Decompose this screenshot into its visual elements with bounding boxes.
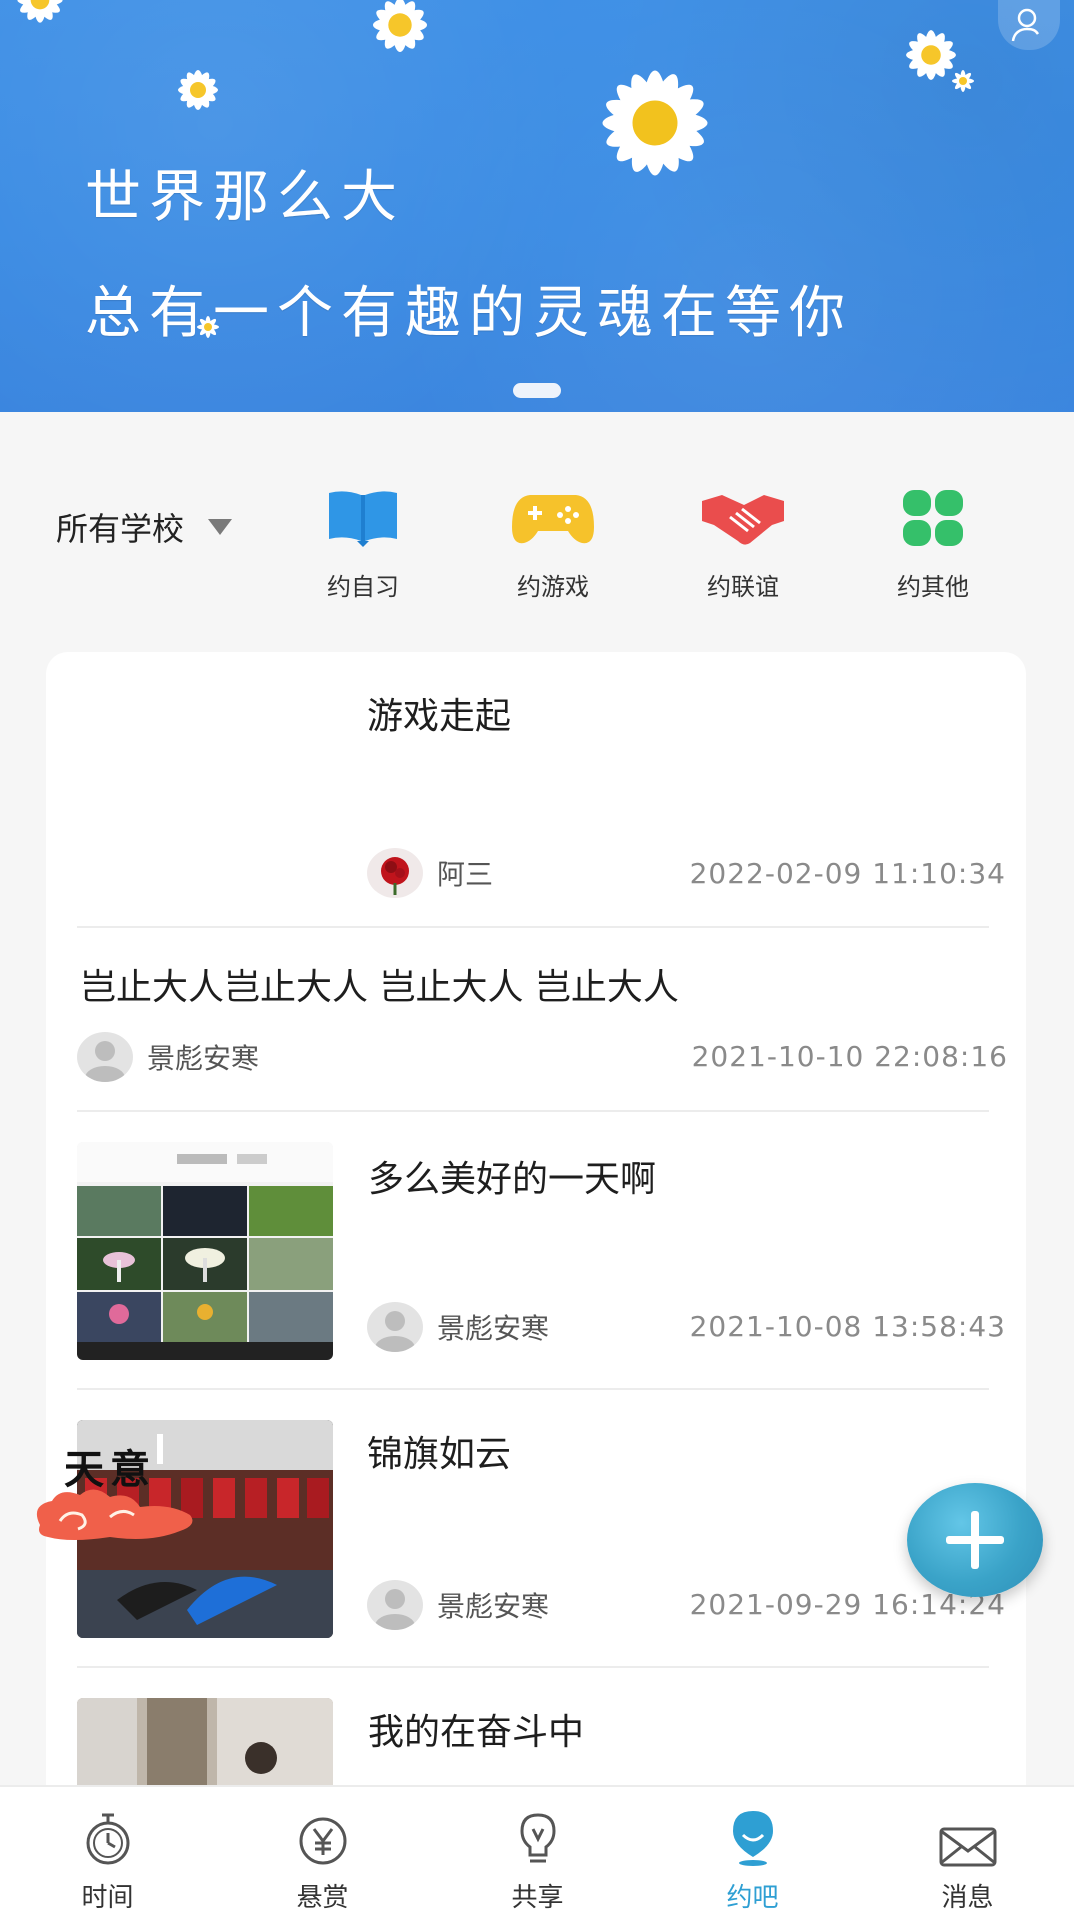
daisy-decoration bbox=[178, 70, 218, 110]
category-other[interactable]: 约其他 bbox=[873, 477, 993, 602]
category-label: 约联谊 bbox=[707, 573, 779, 601]
avatar bbox=[77, 1032, 133, 1082]
lightbulb-icon bbox=[519, 1813, 556, 1863]
daisy-decoration bbox=[373, 0, 427, 52]
default-avatar-icon bbox=[85, 1041, 125, 1082]
tab-label: 悬赏 bbox=[296, 1883, 349, 1913]
tab-reward[interactable]: 悬赏 bbox=[215, 1787, 430, 1916]
category-game[interactable]: 约游戏 bbox=[493, 477, 613, 602]
author-name: 阿三 bbox=[437, 858, 494, 891]
post-title: 游戏走起 bbox=[367, 696, 512, 737]
tab-label: 时间 bbox=[81, 1883, 134, 1913]
banner-text-line1: 世界那么大 bbox=[85, 165, 405, 230]
school-filter-dropdown[interactable]: 所有学校 bbox=[56, 504, 233, 550]
post-title: 我的在奋斗中 bbox=[368, 1712, 585, 1753]
list-item[interactable]: 岂止大人岂止大人 岂止大人 岂止大人 景彪安寒 2021-10-10 22:08… bbox=[46, 928, 1026, 1104]
tianyi-sticker: 天意 bbox=[30, 1437, 200, 1547]
tab-time[interactable]: 时间 bbox=[0, 1787, 215, 1916]
dropdown-triangle-icon bbox=[208, 519, 233, 535]
rose-avatar-icon bbox=[381, 857, 409, 895]
post-thumbnail bbox=[77, 1142, 333, 1360]
tab-label: 约吧 bbox=[726, 1883, 779, 1913]
cloud-icon bbox=[36, 1489, 193, 1540]
gamepad-icon bbox=[512, 495, 594, 544]
author-name: 景彪安寒 bbox=[437, 1590, 550, 1623]
post-list: 游戏走起 阿三 2022-02-09 11:10:34 岂止大人岂止大人 岂止大… bbox=[46, 652, 1026, 1914]
avatar bbox=[367, 1302, 423, 1352]
book-icon bbox=[329, 491, 397, 547]
banner-text-line2: 总有一个有趣的灵魂在等你 bbox=[85, 281, 853, 346]
post-date: 2021-10-08 13:58:43 bbox=[689, 1310, 1006, 1343]
category-label: 约其他 bbox=[897, 573, 969, 601]
yuan-coin-icon bbox=[299, 1817, 346, 1865]
list-item[interactable]: 游戏走起 阿三 2022-02-09 11:10:34 bbox=[46, 652, 1026, 926]
category-bar: 所有学校 约自习 约游戏 约联谊 约其他 bbox=[0, 412, 1074, 650]
user-icon bbox=[1011, 8, 1040, 42]
avatar bbox=[367, 1580, 423, 1630]
post-author: 景彪安寒 bbox=[367, 1580, 549, 1630]
post-title: 岂止大人岂止大人 岂止大人 岂止大人 bbox=[80, 967, 679, 1008]
tab-messages[interactable]: 消息 bbox=[860, 1787, 1074, 1916]
post-title: 多么美好的一天啊 bbox=[368, 1159, 657, 1200]
school-filter-label: 所有学校 bbox=[56, 510, 185, 548]
default-avatar-icon bbox=[375, 1311, 415, 1352]
tab-share[interactable]: 共享 bbox=[430, 1787, 645, 1916]
category-label: 约游戏 bbox=[517, 573, 589, 601]
carousel-indicator bbox=[513, 383, 561, 398]
daisy-decoration bbox=[952, 70, 974, 92]
stopwatch-icon bbox=[86, 1813, 129, 1865]
post-author: 景彪安寒 bbox=[77, 1032, 259, 1082]
post-date: 2022-02-09 11:10:34 bbox=[689, 857, 1006, 890]
post-date: 2021-10-10 22:08:16 bbox=[691, 1040, 1008, 1073]
post-title: 锦旗如云 bbox=[367, 1434, 512, 1475]
envelope-icon bbox=[939, 1827, 996, 1867]
handshake-icon bbox=[702, 495, 784, 545]
tab-meetup[interactable]: 约吧 bbox=[645, 1787, 860, 1916]
clover-icon bbox=[903, 490, 963, 546]
plus-icon bbox=[946, 1511, 1004, 1569]
add-post-button[interactable] bbox=[907, 1483, 1043, 1597]
author-name: 景彪安寒 bbox=[437, 1312, 550, 1345]
location-pin-icon bbox=[732, 1811, 773, 1866]
default-avatar-icon bbox=[375, 1589, 415, 1630]
tab-label: 消息 bbox=[941, 1883, 994, 1913]
phone-screenshot-image bbox=[77, 1142, 333, 1360]
post-author: 景彪安寒 bbox=[367, 1302, 549, 1352]
daisy-decoration bbox=[602, 70, 708, 176]
author-name: 景彪安寒 bbox=[147, 1042, 260, 1075]
daisy-decoration bbox=[17, 0, 63, 23]
top-banner[interactable]: 世界那么大 总有一个有趣的灵魂在等你 bbox=[0, 0, 1074, 412]
category-social[interactable]: 约联谊 bbox=[683, 477, 803, 602]
bottom-tab-bar: 时间 悬赏 共享 约吧 消息 bbox=[0, 1785, 1074, 1916]
category-study[interactable]: 约自习 bbox=[303, 477, 423, 602]
list-item[interactable]: 多么美好的一天啊 景彪安寒 2021-10-08 13:58:43 bbox=[46, 1112, 1026, 1388]
category-label: 约自习 bbox=[327, 573, 399, 601]
avatar bbox=[367, 848, 423, 898]
tab-label: 共享 bbox=[511, 1883, 564, 1913]
post-author: 阿三 bbox=[367, 848, 493, 898]
